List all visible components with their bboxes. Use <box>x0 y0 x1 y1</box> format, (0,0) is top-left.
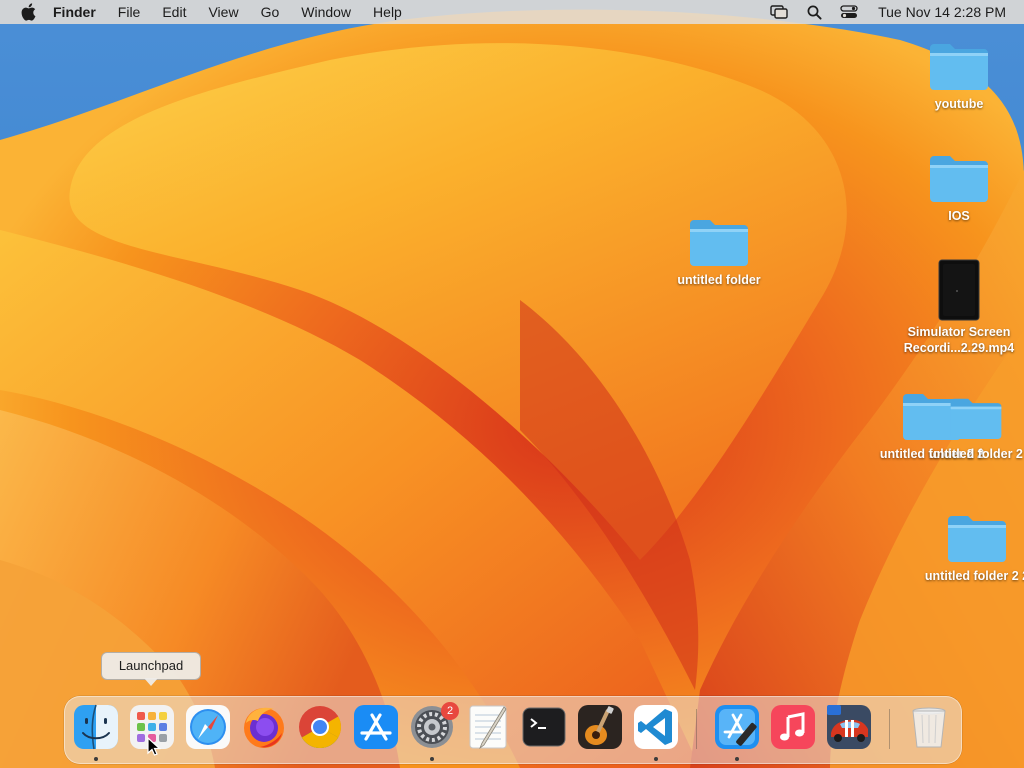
vscode-icon <box>634 705 678 749</box>
textedit-icon <box>469 705 507 750</box>
menu-bar: Finder File Edit View Go Window Help Tue… <box>0 0 1024 24</box>
folder-icon <box>950 398 1002 439</box>
screen-mirroring-icon[interactable] <box>769 2 789 22</box>
running-indicator <box>94 757 98 761</box>
music-icon <box>771 705 815 749</box>
dock-app-app-store[interactable] <box>352 703 400 751</box>
menu-edit[interactable]: Edit <box>162 4 186 20</box>
desktop-folder-ios[interactable]: IOS <box>899 150 1019 224</box>
dock-app-textedit[interactable] <box>464 703 512 751</box>
mouse-cursor-icon <box>147 737 161 756</box>
garageband-icon <box>578 705 622 749</box>
menu-app-name[interactable]: Finder <box>53 4 96 20</box>
dock-app-safari[interactable] <box>184 703 232 751</box>
dock-app-vscode[interactable] <box>632 703 680 751</box>
app-store-icon <box>354 705 398 749</box>
video-file-icon <box>938 259 980 321</box>
folder-icon <box>948 516 1006 562</box>
terminal-icon <box>522 707 566 747</box>
running-indicator <box>430 757 434 761</box>
safari-icon <box>186 705 230 749</box>
chrome-icon <box>299 706 342 749</box>
dock-app-firefox[interactable] <box>240 703 288 751</box>
spotlight-search-icon[interactable] <box>804 2 824 22</box>
running-indicator <box>735 757 739 761</box>
dock-app-terminal[interactable] <box>520 703 568 751</box>
desktop-file-simulator-recording[interactable]: Simulator Screen Recordi...2.29.mp4 <box>899 258 1019 356</box>
dock-app-racing-game[interactable] <box>825 703 873 751</box>
trash-icon <box>912 707 946 748</box>
dock-tooltip: Launchpad <box>101 652 201 680</box>
racing-game-icon <box>827 705 871 749</box>
firefox-icon <box>244 707 284 748</box>
menu-window[interactable]: Window <box>301 4 351 20</box>
desktop-folder-untitled[interactable]: untitled folder <box>659 214 779 288</box>
dock-separator <box>696 709 697 749</box>
dock-app-trash[interactable] <box>905 703 953 751</box>
dock-tooltip-arrow <box>144 678 158 686</box>
apple-icon[interactable] <box>17 1 39 23</box>
folder-icon <box>690 220 748 266</box>
desktop-item-label: IOS <box>948 209 970 223</box>
menu-go[interactable]: Go <box>261 4 280 20</box>
desktop-folder-untitled-2-2-b[interactable]: untitled folder 2 2 <box>922 510 1024 584</box>
desktop-folder-untitled-2[interactable]: untitled folder 2 <box>928 392 1024 462</box>
menu-help[interactable]: Help <box>373 4 402 20</box>
xcode-icon <box>715 705 759 749</box>
dock-app-garageband[interactable] <box>576 703 624 751</box>
desktop-item-label: untitled folder 2 2 <box>924 569 1024 583</box>
desktop-item-label: untitled folder <box>677 273 761 287</box>
desktop-item-label: untitled folder 2 <box>929 447 1023 461</box>
dock-app-xcode[interactable] <box>713 703 761 751</box>
control-center-icon[interactable] <box>839 2 859 22</box>
dock <box>64 696 962 764</box>
desktop-folder-youtube[interactable]: youtube <box>899 38 1019 112</box>
folder-icon <box>930 156 988 202</box>
finder-icon <box>74 704 118 750</box>
dock-app-music[interactable] <box>769 703 817 751</box>
running-indicator <box>654 757 658 761</box>
menu-view[interactable]: View <box>208 4 238 20</box>
dock-separator <box>889 709 890 749</box>
notification-badge: 2 <box>441 702 459 720</box>
dock-app-finder[interactable] <box>72 703 120 751</box>
dock-app-chrome[interactable] <box>296 703 344 751</box>
menubar-clock[interactable]: Tue Nov 14 2:28 PM <box>878 4 1006 20</box>
desktop-item-label: youtube <box>934 97 984 111</box>
menu-file[interactable]: File <box>118 4 141 20</box>
folder-icon <box>930 44 988 90</box>
desktop-item-label: Simulator Screen Recordi...2.29.mp4 <box>903 325 1015 355</box>
